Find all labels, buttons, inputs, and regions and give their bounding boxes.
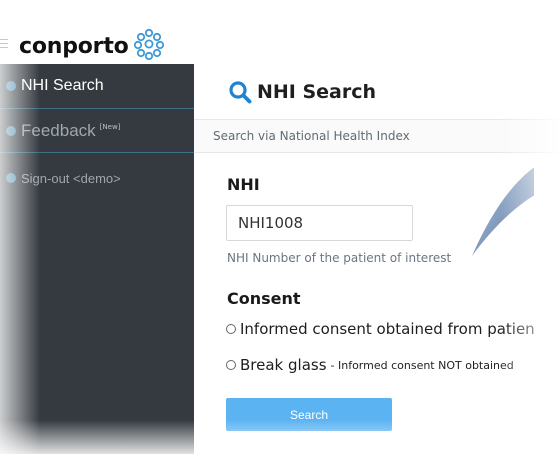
radio-note: - Informed consent NOT obtained — [330, 358, 514, 372]
circle-icon — [6, 81, 16, 91]
page-curl-decoration — [472, 167, 534, 256]
page-subtitle: Search via National Health Index — [194, 120, 557, 153]
page-header: NHI Search — [194, 64, 557, 120]
sidebar-item-nhi-search[interactable]: NHI Search — [0, 64, 194, 109]
molecule-icon — [133, 28, 164, 61]
menu-icon[interactable] — [0, 39, 8, 49]
sidebar-item-label: Feedback — [21, 120, 96, 140]
circle-icon — [6, 125, 16, 136]
sidebar-item-label: NHI Search — [21, 77, 104, 94]
radio-button[interactable] — [226, 360, 236, 370]
search-button[interactable]: Search — [226, 398, 392, 431]
brand[interactable]: conporto — [19, 28, 166, 61]
circle-icon — [6, 173, 16, 183]
consent-option-break-glass[interactable]: Break glass - Informed consent NOT obtai… — [226, 356, 514, 374]
radio-button[interactable] — [226, 324, 236, 334]
nhi-help-text: NHI Number of the patient of interest — [227, 251, 452, 265]
brand-name: conporto — [19, 33, 129, 59]
radio-label: Break glass — [240, 356, 327, 374]
consent-option-informed[interactable]: Informed consent obtained from patien — [226, 320, 535, 338]
sidebar-item-sign-out[interactable]: Sign-out <demo> — [0, 153, 194, 203]
nhi-input[interactable] — [226, 205, 413, 241]
consent-label: Consent — [227, 289, 301, 308]
top-bar: conporto — [0, 0, 557, 64]
nhi-label: NHI — [227, 175, 260, 194]
sidebar-item-label: Sign-out <demo> — [21, 170, 121, 186]
new-badge: [New] — [99, 122, 121, 131]
sidebar-item-feedback[interactable]: Feedback [New] — [0, 109, 194, 153]
page-title: NHI Search — [257, 80, 377, 103]
radio-label: Informed consent obtained from patien — [240, 320, 535, 338]
sidebar: NHI Search Feedback [New] Sign-out <demo… — [0, 64, 194, 454]
search-icon — [229, 80, 252, 103]
